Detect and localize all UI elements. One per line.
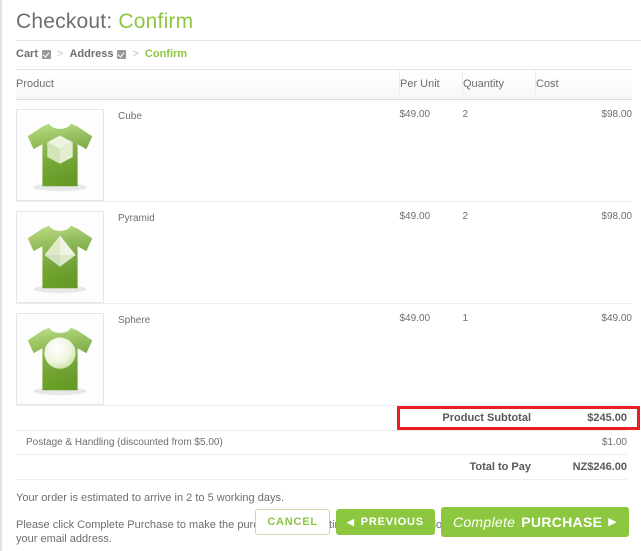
cell-product: Pyramid [16, 201, 400, 305]
check-icon [42, 49, 52, 59]
arrow-right-icon: ▶ [608, 515, 617, 528]
complete-purchase-lead: Complete [452, 514, 516, 530]
tshirt-sphere-icon[interactable] [16, 313, 104, 406]
tshirt-cube-icon[interactable] [16, 109, 104, 202]
order-totals-table: Product Subtotal $245.00 Postage & Handl… [16, 406, 627, 481]
cell-product: Sphere [16, 303, 400, 407]
cell-per-unit: $49.00 [399, 303, 463, 407]
breadcrumb-item-cart[interactable]: Cart [16, 48, 52, 61]
product-name: Pyramid [118, 213, 155, 225]
subtotal-value: $245.00 [531, 406, 627, 432]
table-row: Cube $49.00 2 $98.00 [16, 99, 632, 203]
column-header-product: Product [16, 69, 400, 101]
previous-button-label: PREVIOUS [360, 516, 424, 528]
cell-quantity: 1 [462, 303, 536, 407]
table-row: Sphere $49.00 1 $49.00 [16, 303, 632, 407]
product-name: Sphere [118, 315, 151, 327]
check-icon [117, 49, 127, 59]
cell-product: Cube [16, 99, 400, 203]
delivery-estimate-text: Your order is estimated to arrive in 2 t… [16, 492, 285, 505]
previous-button[interactable]: ◀ PREVIOUS [335, 509, 435, 535]
complete-purchase-strong: PURCHASE [521, 514, 603, 530]
postage-label: Postage & Handling (discounted from $5.0… [16, 430, 531, 456]
cell-cost: $49.00 [535, 303, 632, 407]
page-title-prefix: Checkout: [16, 10, 113, 33]
cell-per-unit: $49.00 [399, 201, 463, 305]
cancel-button-label: CANCEL [267, 516, 318, 528]
column-header-cost: Cost [535, 69, 632, 101]
column-header-per-unit: Per Unit [399, 69, 463, 101]
table-row: Pyramid $49.00 2 $98.00 [16, 201, 632, 305]
breadcrumb-item-address[interactable]: Address [69, 48, 127, 61]
page-title-accent: Confirm [118, 10, 194, 33]
breadcrumb-separator: > [132, 48, 139, 61]
table-header-row: Product Per Unit Quantity Cost [16, 69, 632, 101]
tshirt-pyramid-icon[interactable] [16, 211, 104, 304]
cancel-button[interactable]: CANCEL [255, 509, 330, 535]
column-header-quantity: Quantity [462, 69, 536, 101]
breadcrumb: Cart > Address > Confirm [2, 41, 641, 69]
total-label: Total to Pay [16, 454, 531, 481]
arrow-left-icon: ◀ [346, 516, 355, 527]
order-table-head: Product Per Unit Quantity Cost [16, 69, 632, 101]
page-title: Checkout: Confirm [2, 0, 641, 40]
breadcrumb-label-cart: Cart [16, 48, 39, 61]
cell-cost: $98.00 [535, 99, 632, 203]
action-buttons: CANCEL ◀ PREVIOUS Complete PURCHASE ▶ [255, 507, 629, 537]
cell-per-unit: $49.00 [399, 99, 463, 203]
subtotal-row: Product Subtotal $245.00 [16, 406, 627, 432]
cell-cost: $98.00 [535, 201, 632, 305]
order-items-table: Product Per Unit Quantity Cost Cube $49.… [16, 69, 632, 407]
complete-purchase-button[interactable]: Complete PURCHASE ▶ [440, 507, 629, 537]
breadcrumb-label-address: Address [69, 48, 114, 61]
checkout-confirm-page: Checkout: Confirm Cart > Address > Confi… [0, 0, 641, 551]
breadcrumb-item-confirm: Confirm [145, 48, 187, 60]
cell-quantity: 2 [462, 201, 536, 305]
subtotal-label: Product Subtotal [16, 406, 531, 432]
cell-quantity: 2 [462, 99, 536, 203]
order-table-wrap: Product Per Unit Quantity Cost Cube $49.… [2, 69, 641, 481]
postage-value: $1.00 [531, 430, 627, 456]
total-value: NZ$246.00 [531, 454, 627, 481]
total-row: Total to Pay NZ$246.00 [16, 454, 627, 481]
postage-row: Postage & Handling (discounted from $5.0… [16, 430, 627, 456]
product-name: Cube [118, 111, 142, 123]
breadcrumb-separator: > [57, 48, 64, 61]
order-table-body: Cube $49.00 2 $98.00 Pyramid $49.00 2 $9… [16, 99, 632, 407]
breadcrumb-label-confirm: Confirm [144, 48, 188, 61]
